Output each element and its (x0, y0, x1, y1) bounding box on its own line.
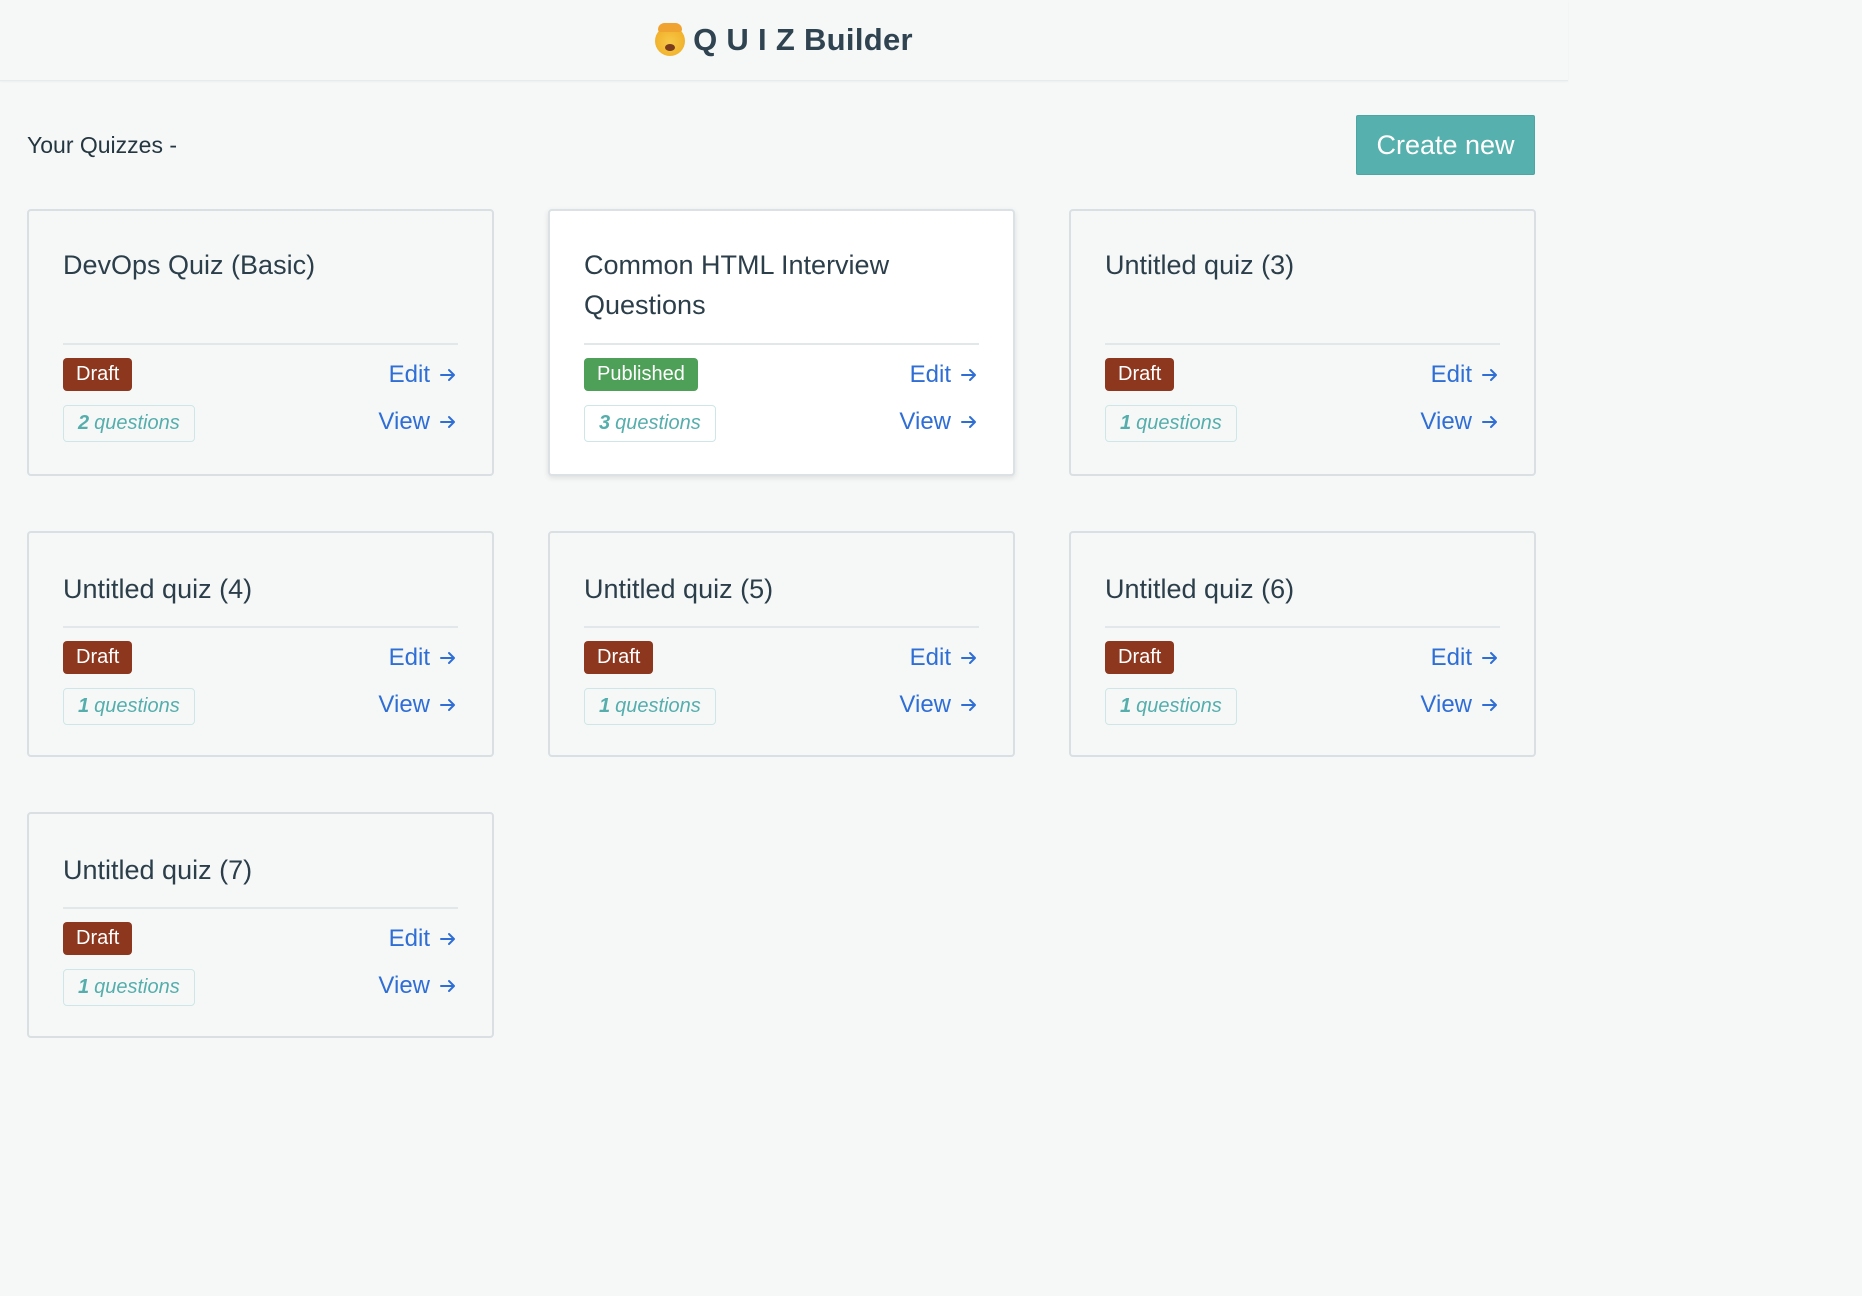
view-link[interactable]: View (378, 972, 458, 1000)
question-count-badge: 1 questions (584, 688, 716, 725)
card-divider (1105, 343, 1500, 345)
arrow-right-icon (440, 980, 455, 992)
view-link-label: View (1420, 691, 1472, 718)
quiz-title: DevOps Quiz (Basic) (63, 250, 316, 280)
question-count-badge: 1 questions (63, 969, 195, 1006)
arrow-right-icon (440, 652, 455, 664)
create-new-button[interactable]: Create new (1356, 115, 1535, 175)
view-link-label: View (378, 691, 430, 718)
card-divider (1105, 626, 1500, 628)
arrow-right-icon (961, 652, 976, 664)
question-count-number: 1 (1120, 695, 1132, 717)
edit-link[interactable]: Edit (389, 361, 458, 389)
quiz-card: Untitled quiz (7) Draft 1 questions Edit… (27, 812, 494, 1038)
question-count-badge: 1 questions (63, 688, 195, 725)
question-count-label: questions (94, 695, 180, 717)
question-count-badge: 3 questions (584, 405, 716, 442)
quiz-card: Common HTML Interview Questions Publishe… (548, 209, 1015, 476)
view-link-label: View (899, 691, 951, 718)
card-divider (63, 907, 458, 909)
edit-link-label: Edit (1430, 361, 1472, 388)
view-link-label: View (899, 408, 951, 435)
arrow-right-icon (1482, 652, 1497, 664)
question-count-number: 1 (1120, 412, 1132, 434)
status-badge: Draft (1105, 358, 1175, 391)
quiz-title: Untitled quiz (3) (1105, 250, 1295, 280)
arrow-right-icon (440, 933, 455, 945)
question-count-badge: 2 questions (63, 405, 195, 442)
brand[interactable]: Q U I Z Builder (655, 22, 913, 58)
arrow-right-icon (440, 416, 455, 428)
status-badge: Draft (1105, 641, 1175, 674)
arrow-right-icon (1482, 416, 1497, 428)
question-count-label: questions (615, 695, 701, 717)
edit-link-label: Edit (1430, 644, 1472, 671)
question-count-number: 2 (78, 412, 90, 434)
edit-link[interactable]: Edit (910, 361, 979, 389)
view-link[interactable]: View (378, 691, 458, 719)
quiz-title: Untitled quiz (5) (584, 574, 774, 604)
arrow-right-icon (440, 369, 455, 381)
app-title: Q U I Z Builder (693, 22, 913, 57)
page-subtitle: Your Quizzes - (27, 132, 177, 158)
quiz-card: Untitled quiz (5) Draft 1 questions Edit… (548, 531, 1015, 757)
quiz-title: Untitled quiz (4) (63, 574, 253, 604)
quiz-card: Untitled quiz (4) Draft 1 questions Edit… (27, 531, 494, 757)
edit-link[interactable]: Edit (910, 644, 979, 672)
arrow-right-icon (1482, 699, 1497, 711)
question-count-number: 1 (78, 695, 90, 717)
card-divider (63, 626, 458, 628)
question-count-label: questions (94, 976, 180, 998)
arrow-right-icon (961, 416, 976, 428)
card-divider (584, 626, 979, 628)
quiz-card: Untitled quiz (6) Draft 1 questions Edit… (1069, 531, 1536, 757)
edit-link[interactable]: Edit (389, 644, 458, 672)
arrow-right-icon (961, 369, 976, 381)
quiz-title: Untitled quiz (7) (63, 855, 253, 885)
quiz-title: Common HTML Interview Questions (584, 250, 890, 320)
view-link[interactable]: View (899, 691, 979, 719)
question-count-number: 1 (78, 976, 90, 998)
view-link-label: View (378, 972, 430, 999)
question-count-number: 1 (599, 695, 611, 717)
edit-link[interactable]: Edit (389, 925, 458, 953)
edit-link-label: Edit (388, 925, 430, 952)
view-link[interactable]: View (899, 408, 979, 436)
status-badge: Draft (584, 641, 654, 674)
question-count-label: questions (615, 412, 701, 434)
status-badge: Draft (63, 358, 133, 391)
top-navbar: Q U I Z Builder (0, 0, 1568, 81)
view-link-label: View (1420, 408, 1472, 435)
question-count-number: 3 (599, 412, 611, 434)
question-count-label: questions (1136, 412, 1222, 434)
question-count-badge: 1 questions (1105, 405, 1237, 442)
arrow-right-icon (961, 699, 976, 711)
arrow-right-icon (440, 699, 455, 711)
status-badge: Draft (63, 641, 133, 674)
question-count-label: questions (1136, 695, 1222, 717)
edit-link[interactable]: Edit (1431, 361, 1500, 389)
card-divider (63, 343, 458, 345)
status-badge: Published (584, 358, 698, 391)
view-link[interactable]: View (378, 408, 458, 436)
question-count-label: questions (94, 412, 180, 434)
edit-link-label: Edit (388, 361, 430, 388)
view-link[interactable]: View (1420, 408, 1500, 436)
edit-link[interactable]: Edit (1431, 644, 1500, 672)
edit-link-label: Edit (909, 644, 951, 671)
edit-link-label: Edit (388, 644, 430, 671)
question-count-badge: 1 questions (1105, 688, 1237, 725)
card-divider (584, 343, 979, 345)
quiz-card: Untitled quiz (3) Draft 1 questions Edit… (1069, 209, 1536, 476)
view-link-label: View (378, 408, 430, 435)
quiz-title: Untitled quiz (6) (1105, 574, 1295, 604)
exploding-head-icon (655, 23, 686, 56)
quiz-card: DevOps Quiz (Basic) Draft 2 questions Ed… (27, 209, 494, 476)
view-link[interactable]: View (1420, 691, 1500, 719)
status-badge: Draft (63, 922, 133, 955)
edit-link-label: Edit (909, 361, 951, 388)
arrow-right-icon (1482, 369, 1497, 381)
